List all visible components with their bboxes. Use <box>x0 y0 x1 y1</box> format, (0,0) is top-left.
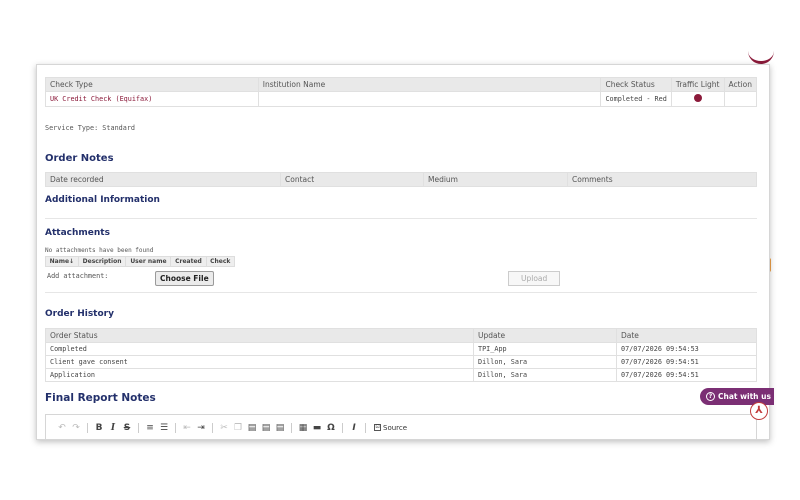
source-label: Source <box>383 423 408 432</box>
copy-icon[interactable]: ❐ <box>232 423 244 433</box>
update-cell: Dillon, Sara <box>473 355 617 369</box>
order-status-cell: Completed <box>45 342 474 356</box>
attachments-title: Attachments <box>45 228 110 238</box>
toolbar-separator <box>365 422 366 433</box>
col-check: Check <box>205 256 236 267</box>
date-cell: 07/07/2026 09:54:51 <box>616 355 757 369</box>
editor-toolbar: ↶ ↷ B I S ≡ ☰ ⇤ ⇥ ✂ ❐ ▤ ▤ ▤ ▦ ▬ Ω I ⊡ So… <box>45 414 757 439</box>
col-name-sort[interactable]: Name↓ <box>45 256 79 267</box>
attachments-empty-text: No attachments have been found <box>45 247 154 254</box>
italic-icon[interactable]: I <box>107 423 119 433</box>
final-report-title: Final Report Notes <box>45 392 156 404</box>
toolbar-separator <box>212 422 213 433</box>
header-decoration <box>748 42 774 64</box>
check-type-link[interactable]: UK Credit Check (Equifax) <box>45 91 259 107</box>
date-cell: 07/07/2026 09:54:51 <box>616 368 757 382</box>
col-date: Date <box>616 328 757 343</box>
strikethrough-icon[interactable]: S <box>121 423 133 433</box>
undo-icon[interactable]: ↶ <box>56 423 68 433</box>
toolbar-separator <box>291 422 292 433</box>
col-order-status: Order Status <box>45 328 474 343</box>
traffic-light-cell <box>670 91 725 107</box>
col-medium: Medium <box>423 172 568 187</box>
order-history-table: Order Status Update Date Completed TPI_A… <box>45 328 757 382</box>
col-check-status: Check Status <box>600 77 672 92</box>
toolbar-separator <box>138 422 139 433</box>
action-cell <box>723 91 757 107</box>
paste-word-icon[interactable]: ▤ <box>274 423 286 433</box>
update-cell: TPI_App <box>473 342 617 356</box>
col-check-type: Check Type <box>45 77 259 92</box>
table-icon[interactable]: ▦ <box>297 423 309 433</box>
remove-format-icon[interactable]: I <box>348 423 360 433</box>
order-status-cell: Application <box>45 368 474 382</box>
cut-icon[interactable]: ✂ <box>218 423 230 433</box>
toolbar-separator <box>175 422 176 433</box>
choose-file-button[interactable]: Choose File <box>155 271 214 286</box>
divider <box>45 292 757 293</box>
col-update: Update <box>473 328 617 343</box>
upload-button[interactable]: Upload <box>508 271 561 286</box>
source-icon: ⊡ <box>374 424 381 431</box>
order-notes-table: Date recorded Contact Medium Comments <box>45 172 757 187</box>
bulleted-list-icon[interactable]: ☰ <box>158 423 170 433</box>
checks-table: Check Type Institution Name Check Status… <box>45 77 757 107</box>
paste-text-icon[interactable]: ▤ <box>260 423 272 433</box>
pdf-icon[interactable]: ⅄ <box>750 402 768 420</box>
source-button[interactable]: ⊡ Source <box>374 424 407 432</box>
col-date-recorded: Date recorded <box>45 172 281 187</box>
order-history-title: Order History <box>45 309 114 319</box>
chat-label: Chat with us <box>718 392 771 401</box>
divider <box>45 218 757 219</box>
update-cell: Dillon, Sara <box>473 368 617 382</box>
col-action: Action <box>723 77 757 92</box>
bold-icon[interactable]: B <box>93 423 105 433</box>
order-panel: Check Type Institution Name Check Status… <box>36 64 770 440</box>
toolbar-separator <box>87 422 88 433</box>
redo-icon[interactable]: ↷ <box>70 423 82 433</box>
col-description: Description <box>77 256 127 267</box>
col-traffic-light: Traffic Light <box>670 77 725 92</box>
order-notes-title: Order Notes <box>45 153 114 164</box>
paste-icon[interactable]: ▤ <box>246 423 258 433</box>
horizontal-line-icon[interactable]: ▬ <box>311 423 323 433</box>
col-created: Created <box>170 256 207 267</box>
indent-icon[interactable]: ⇥ <box>195 423 207 433</box>
table-row: UK Credit Check (Equifax) Completed - Re… <box>45 91 757 107</box>
col-comments: Comments <box>567 172 757 187</box>
toolbar-separator <box>342 422 343 433</box>
attachments-table: Name↓ Description User name Created Chec… <box>45 256 236 267</box>
col-contact: Contact <box>280 172 424 187</box>
additional-info-title: Additional Information <box>45 195 160 205</box>
service-type: Service Type: Standard <box>45 124 136 132</box>
col-institution: Institution Name <box>257 77 602 92</box>
table-row: Completed TPI_App 07/07/2026 09:54:53 <box>45 342 757 356</box>
help-icon: ? <box>706 392 715 401</box>
check-status-cell: Completed - Red <box>600 91 672 107</box>
numbered-list-icon[interactable]: ≡ <box>144 423 156 433</box>
col-user-name: User name <box>125 256 172 267</box>
table-row: Application Dillon, Sara 07/07/2026 09:5… <box>45 368 757 382</box>
traffic-light-red-icon <box>693 94 702 102</box>
institution-cell <box>257 91 602 107</box>
date-cell: 07/07/2026 09:54:53 <box>616 342 757 356</box>
outdent-icon[interactable]: ⇤ <box>181 423 193 433</box>
add-attachment-label: Add attachment: <box>47 272 109 280</box>
table-row: Client gave consent Dillon, Sara 07/07/2… <box>45 355 757 369</box>
special-char-icon[interactable]: Ω <box>325 423 337 433</box>
order-status-cell: Client gave consent <box>45 355 474 369</box>
